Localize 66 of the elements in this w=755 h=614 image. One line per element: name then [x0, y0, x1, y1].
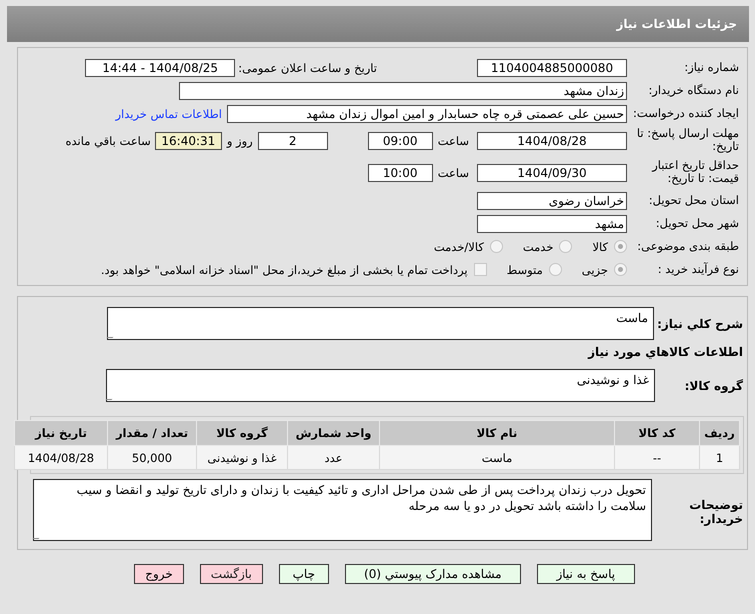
checkbox[interactable]: [474, 263, 487, 276]
deadline-date-field: 1404/08/28: [477, 132, 627, 150]
column-header: تعداد / مقدار: [108, 420, 196, 446]
field-label: ایجاد کننده درخواست:: [632, 106, 740, 120]
validity-date-field: 1404/09/30: [477, 164, 627, 182]
radio-label: خدمت: [522, 240, 554, 254]
radio-button[interactable]: [614, 240, 627, 253]
radio-label: جزیی: [582, 262, 608, 276]
field-label: تاريخ و ساعت اعلان عمومی:: [238, 60, 377, 74]
buyer-contact-link[interactable]: اطلاعات تماس خریدار: [115, 106, 222, 120]
goods-group-textarea[interactable]: غذا و نوشیدنی: [106, 369, 655, 402]
buyer-org-field: زندان مشهد: [179, 82, 627, 100]
need-number-field: 1104004885000080: [477, 58, 627, 76]
checkbox-label: پرداخت تمام یا بخشی از مبلغ خرید،از محل "اسناد خزانه اسلامی" خواهد بود.: [100, 262, 468, 276]
radio-button[interactable]: [614, 263, 627, 276]
column-header: ردیف: [700, 420, 740, 446]
field-label: طبقه بندی موضوعی:: [636, 240, 740, 254]
field-label: نام دستگاه خریدار:: [647, 84, 740, 98]
field-label: شرح کلي نياز:: [656, 316, 744, 331]
action-button[interactable]: مشاهده مدارک پیوستي (0): [344, 564, 521, 584]
field-label: مهلت ارسال پاسخ: تا تاریخ:: [636, 125, 740, 154]
field-label: گروه کالا:: [684, 378, 744, 393]
field-label: نوع فرآیند خرید :: [656, 262, 740, 276]
column-header: نام کالا: [380, 420, 614, 446]
remaining-time-field: 16:40:31: [154, 132, 222, 150]
section-title: اطلاعات کالاهاي مورد نياز: [586, 345, 744, 359]
radio-label: کالا/خدمت: [434, 240, 484, 254]
radio-button[interactable]: [548, 263, 562, 276]
column-header: گروه کالا: [196, 420, 288, 446]
days-label: روز و: [226, 134, 253, 148]
table-cell: 50,000: [108, 446, 196, 470]
city-field: مشهد: [477, 214, 627, 232]
field-label: شماره نیاز:: [683, 60, 740, 74]
remaining-label: ساعت باقي مانده: [66, 134, 151, 148]
column-header: تاریخ نیاز: [14, 420, 108, 446]
column-header: کد کالا: [614, 420, 700, 446]
announce-date-field: 1404/08/25 - 14:44: [85, 58, 236, 76]
table-cell: 1404/08/28: [14, 446, 108, 470]
table-cell: 1: [700, 446, 740, 470]
radio-label: متوسط: [506, 262, 543, 276]
time-label: ساعت: [438, 134, 469, 148]
field-label: استان محل تحویل:: [648, 194, 740, 208]
field-label: توضیحات خریدار:: [688, 497, 744, 527]
deadline-time-field: 09:00: [368, 132, 433, 150]
action-button[interactable]: چاپ: [278, 564, 329, 584]
radio-button[interactable]: [490, 240, 503, 253]
table-cell: ماست: [380, 446, 614, 470]
time-label: ساعت: [438, 166, 469, 180]
table-cell: عدد: [288, 446, 380, 470]
validity-time-field: 10:00: [368, 164, 433, 182]
field-label: شهر محل تحویل:: [654, 216, 740, 230]
description-textarea[interactable]: ماست: [107, 307, 654, 340]
action-button[interactable]: بازگشت: [200, 564, 263, 584]
requester-field: حسین علی عصمتی قره چاه حسابدار و امین اموال زندان مشهد: [227, 104, 627, 122]
days-field: 2: [258, 132, 328, 150]
action-button[interactable]: پاسخ به نیاز: [536, 564, 635, 584]
page-title: جزئیات اطلاعات نیاز: [616, 17, 737, 31]
column-header: واحد شمارش: [288, 420, 380, 446]
province-field: خراسان رضوی: [477, 192, 627, 210]
table-cell: --: [614, 446, 700, 470]
table-cell: غذا و نوشیدنی: [196, 446, 288, 470]
notes-textarea[interactable]: تحویل درب زندان پرداخت پس از طی شدن مراحل اداری و تائید کیفیت با زندان و دارای تاریخ تولید و انقضا و سیب سلامت را داشته باشد تحویل در دو یا سه مرحله: [33, 479, 652, 541]
field-label: حداقل تاریخ اعتبار قیمت: تا تاریخ:: [650, 157, 740, 186]
radio-button[interactable]: [559, 240, 572, 253]
action-button[interactable]: خروج: [134, 564, 184, 584]
radio-label: کالا: [592, 240, 608, 254]
